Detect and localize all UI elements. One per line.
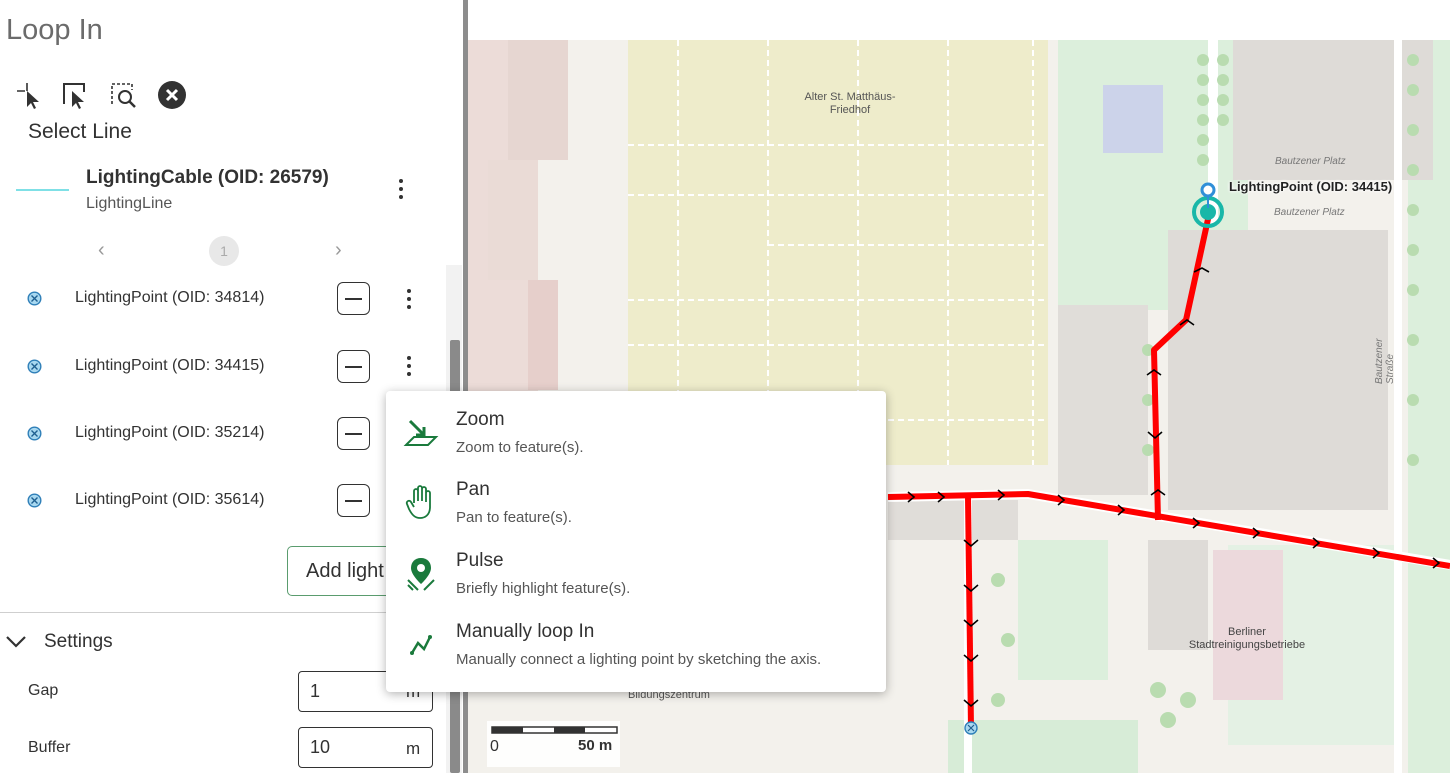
menu-item-description: Pan to feature(s). [456,509,572,526]
chevron-down-icon[interactable] [4,632,28,652]
feature-context-menu: Zoom Zoom to feature(s). Pan Pan to feat… [386,391,886,692]
line-symbol [16,189,69,191]
select-line-heading: Select Line [28,120,132,143]
menu-item-description: Zoom to feature(s). [456,439,584,456]
pager-next-button[interactable]: › [335,239,342,262]
menu-item-pulse[interactable]: Pulse Briefly highlight feature(s). [386,540,886,606]
list-item: LightingPoint (OID: 34415) [0,347,440,387]
menu-item-zoom[interactable]: Zoom Zoom to feature(s). [386,399,886,465]
menu-item-title: Pan [456,479,490,500]
cable-more-button[interactable] [391,174,411,204]
remove-point-button[interactable] [337,350,370,383]
menu-item-manual-loop[interactable]: Manually loop In Manually connect a ligh… [386,611,886,677]
point-label: LightingPoint (OID: 35214) [75,424,265,441]
map-feature-label: LightingPoint (OID: 34415) [1229,179,1393,194]
clear-selection-button[interactable] [157,80,187,110]
lighting-point-icon [27,359,42,374]
map-label-cemetery: Alter St. Matthäus-Friedhof [804,91,896,116]
menu-item-title: Zoom [456,409,505,430]
point-label: LightingPoint (OID: 34415) [75,357,265,374]
point-more-button[interactable] [399,284,419,314]
select-rect-tool[interactable] [60,80,90,110]
manual-loop-icon [410,635,432,655]
select-inspect-tool[interactable] [108,80,138,110]
buffer-label: Buffer [28,739,71,756]
rectangle-select-icon [63,83,85,109]
menu-item-description: Briefly highlight feature(s). [456,580,631,597]
lighting-point-icon [27,426,42,441]
select-crosshair-tool[interactable] [14,80,44,110]
zoom-icon [403,419,439,446]
crosshair-select-icon [14,80,39,109]
menu-item-title: Manually loop In [456,621,595,642]
settings-header[interactable]: Settings [44,631,113,653]
remove-point-button[interactable] [337,484,370,517]
map-label-street: Bautzener Platz [1274,207,1345,218]
panel-title: Loop In [6,14,103,46]
list-item: LightingPoint (OID: 35614) [0,481,440,521]
cable-layer-name: LightingLine [86,195,173,212]
point-label: LightingPoint (OID: 35614) [75,491,265,508]
pan-hand-icon [405,485,431,519]
point-more-button[interactable] [399,351,419,381]
cable-title: LightingCable (OID: 26579) [86,167,329,188]
point-label: LightingPoint (OID: 34814) [75,289,265,306]
gap-label: Gap [28,682,59,699]
close-circle-icon [158,81,186,109]
map-label-bsr: Berliner Stadtreinigungsbetriebe [1188,626,1306,651]
magnifier-select-icon [111,83,136,108]
lighting-point-icon [27,493,42,508]
remove-point-button[interactable] [337,282,370,315]
map-label-street: Bautzener Platz [1275,156,1346,167]
pager-prev-button[interactable]: ‹ [98,239,105,262]
pulse-pin-icon [407,558,435,591]
remove-point-button[interactable] [337,417,370,450]
menu-item-pan[interactable]: Pan Pan to feature(s). [386,469,886,535]
list-item: LightingPoint (OID: 35214) [0,414,440,454]
menu-item-description: Manually connect a lighting point by ske… [456,651,822,668]
scale-max-label: 50 m [578,737,613,754]
map-label-street: Bautzener Straße [1374,338,1396,384]
lighting-point-icon [27,291,42,306]
pager-page-indicator[interactable]: 1 [209,236,239,266]
scale-zero-label: 0 [490,738,499,755]
buffer-unit: m [406,739,421,758]
menu-item-title: Pulse [456,550,504,571]
list-item: LightingPoint (OID: 34814) [0,279,440,319]
